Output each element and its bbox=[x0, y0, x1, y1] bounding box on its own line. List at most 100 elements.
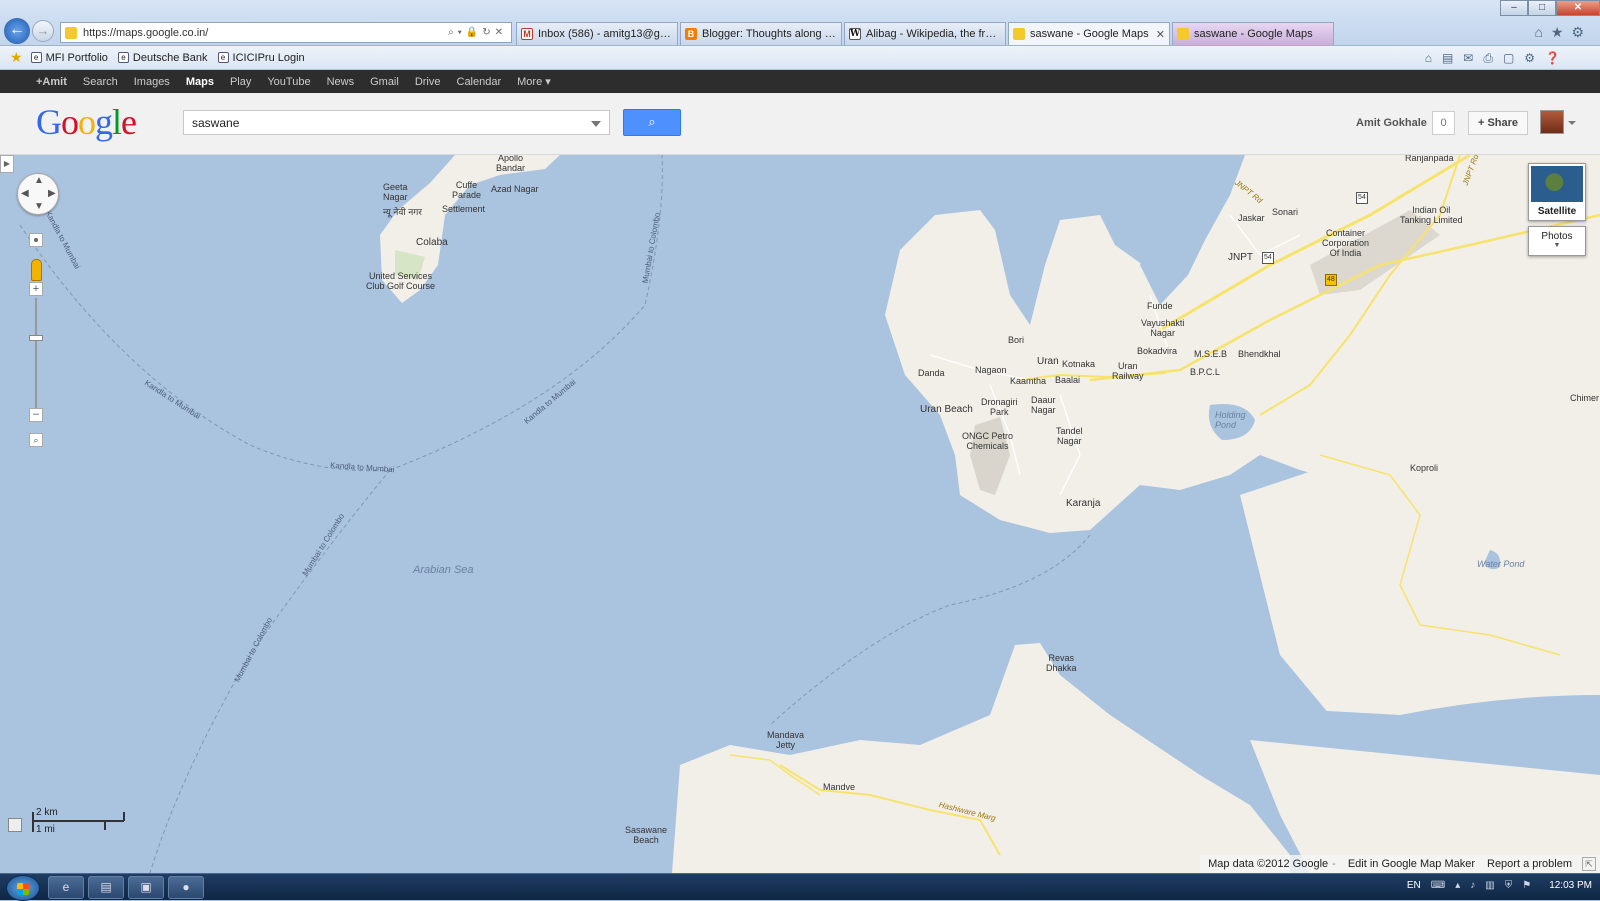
gbar-item[interactable]: Calendar bbox=[457, 76, 502, 88]
label-usc-golf-course[interactable]: United Services Club Golf Course bbox=[366, 271, 435, 291]
forward-button[interactable]: → bbox=[32, 20, 54, 42]
label-daaur-nagar[interactable]: Daaur Nagar bbox=[1031, 395, 1056, 415]
gbar-item[interactable]: YouTube bbox=[267, 76, 310, 88]
label-chimer[interactable]: Chimer bbox=[1570, 393, 1599, 403]
reset-view-button[interactable] bbox=[29, 233, 43, 247]
account-dropdown-icon[interactable] bbox=[1568, 121, 1576, 125]
label-jnpt[interactable]: JNPT bbox=[1228, 253, 1253, 263]
label-water-pond[interactable]: Water Pond bbox=[1477, 559, 1524, 569]
gbar-item[interactable]: Drive bbox=[415, 76, 441, 88]
label-cuffe-parade[interactable]: Cuffe Parade bbox=[452, 180, 481, 200]
edit-in-map-maker-link[interactable]: Edit in Google Map Maker bbox=[1348, 858, 1475, 870]
close-window-button[interactable]: ✕ bbox=[1556, 0, 1600, 16]
zoom-out-button[interactable]: – bbox=[29, 408, 43, 422]
google-logo[interactable]: Google bbox=[36, 101, 137, 143]
start-button[interactable] bbox=[6, 875, 40, 901]
taskbar-explorer-icon[interactable]: ▤ bbox=[88, 876, 124, 899]
search-button[interactable]: ⌕ bbox=[623, 109, 681, 136]
browser-tab[interactable]: M Inbox (586) - amitg13@gmail.c... bbox=[516, 22, 678, 45]
label-ranjanpada[interactable]: Ranjanpada bbox=[1405, 155, 1454, 163]
taskbar-ie-icon[interactable]: e bbox=[48, 876, 84, 899]
label-dronagiri-park[interactable]: Dronagiri Park bbox=[981, 397, 1018, 417]
gbar-item[interactable]: More ▾ bbox=[517, 75, 551, 88]
share-button[interactable]: + Share bbox=[1468, 111, 1528, 135]
taskbar-clock[interactable]: 12:03 PM bbox=[1549, 880, 1592, 891]
label-danda[interactable]: Danda bbox=[918, 368, 945, 378]
command-bar-icons[interactable]: ⌂▤✉⎙▢⚙❓ bbox=[1425, 51, 1570, 66]
maximize-button[interactable]: □ bbox=[1528, 0, 1556, 16]
search-input[interactable]: saswane bbox=[183, 110, 610, 135]
label-koproli[interactable]: Koproli bbox=[1410, 463, 1438, 473]
avatar[interactable] bbox=[1540, 110, 1564, 134]
favorite-icicipru-login[interactable]: e ICICIPru Login bbox=[217, 52, 305, 64]
label-kaamtha[interactable]: Kaamtha bbox=[1010, 376, 1046, 386]
taskbar-app-icon[interactable]: ▣ bbox=[128, 876, 164, 899]
label-kotnaka[interactable]: Kotnaka bbox=[1062, 359, 1095, 369]
label-jaskar[interactable]: Jaskar bbox=[1238, 213, 1265, 223]
label-settlement[interactable]: Settlement bbox=[442, 204, 485, 214]
zoom-box-icon[interactable]: ⌕ bbox=[29, 433, 43, 447]
label-azad-nagar[interactable]: Azad Nagar bbox=[491, 184, 539, 194]
gbar-item[interactable]: Images bbox=[134, 76, 170, 88]
zoom-in-button[interactable]: + bbox=[29, 282, 43, 296]
label-karanja[interactable]: Karanja bbox=[1066, 499, 1100, 509]
action-center-icon[interactable]: ⚑ bbox=[1522, 880, 1531, 891]
address-text[interactable]: https://maps.google.co.in/ bbox=[83, 27, 448, 39]
minimize-button[interactable]: – bbox=[1500, 0, 1528, 16]
close-tab-icon[interactable]: ✕ bbox=[1156, 28, 1165, 41]
tray-expand-icon[interactable]: ▴ bbox=[1455, 880, 1460, 891]
label-uran-railway[interactable]: Uran Railway bbox=[1112, 361, 1144, 381]
label-nagaon[interactable]: Nagaon bbox=[975, 365, 1007, 375]
pan-control[interactable]: ▲ ◀ ▶ ▼ bbox=[17, 173, 59, 215]
address-bar[interactable]: https://maps.google.co.in/ ⌕▾🔒↻✕ bbox=[60, 22, 512, 43]
label-geeta-nagar[interactable]: Geeta Nagar bbox=[383, 182, 408, 202]
label-revas-dhakka[interactable]: Revas Dhakka bbox=[1046, 653, 1077, 673]
label-indian-oil[interactable]: Indian Oil Tanking Limited bbox=[1400, 205, 1463, 225]
taskbar-chat-icon[interactable]: ● bbox=[168, 876, 204, 899]
side-panel-toggle[interactable]: ▶ bbox=[0, 155, 14, 173]
label-vayushakti-nagar[interactable]: Vayushakti Nagar bbox=[1141, 318, 1184, 338]
gbar-item[interactable]: Search bbox=[83, 76, 118, 88]
label-sasawane-beach[interactable]: Sasawane Beach bbox=[625, 825, 667, 845]
label-mseb[interactable]: M.S.E.B bbox=[1194, 349, 1227, 359]
pegman-icon[interactable] bbox=[31, 259, 42, 281]
label-apollo-bandar[interactable]: Apollo Bandar bbox=[496, 155, 525, 173]
label-baalai[interactable]: Baalai bbox=[1055, 375, 1080, 385]
label-bpcl[interactable]: B.P.C.L bbox=[1190, 367, 1220, 377]
search-dropdown-icon[interactable] bbox=[591, 121, 601, 127]
language-indicator[interactable]: EN bbox=[1407, 880, 1421, 891]
user-name[interactable]: Amit Gokhale bbox=[1356, 117, 1427, 129]
gbar-item[interactable]: News bbox=[327, 76, 355, 88]
label-uran[interactable]: Uran bbox=[1037, 357, 1059, 367]
gbar-item[interactable]: Gmail bbox=[370, 76, 399, 88]
browser-tab[interactable]: saswane - Google Maps bbox=[1172, 22, 1334, 45]
label-ongc[interactable]: ONGC Petro Chemicals bbox=[962, 431, 1013, 451]
gbar-item[interactable]: +Amit bbox=[36, 76, 67, 88]
zoom-slider-track[interactable] bbox=[35, 298, 37, 408]
label-colaba[interactable]: Colaba bbox=[416, 238, 448, 248]
photos-button[interactable]: Photos ▼ bbox=[1528, 226, 1586, 256]
label-bhendkhal[interactable]: Bhendkhal bbox=[1238, 349, 1281, 359]
satellite-toggle[interactable]: Satellite bbox=[1528, 163, 1586, 221]
label-funde[interactable]: Funde bbox=[1147, 301, 1173, 311]
pan-up-icon[interactable]: ▲ bbox=[34, 175, 44, 186]
browser-toolbar-icons[interactable]: ⌂★⚙ bbox=[1534, 24, 1592, 41]
report-problem-link[interactable]: Report a problem bbox=[1487, 858, 1572, 870]
map-canvas[interactable]: Apollo Bandar Geeta Nagar Cuffe Parade A… bbox=[0, 155, 1600, 873]
label-navy-nagar[interactable]: न्यू नेवी नगर bbox=[383, 207, 422, 217]
label-bori[interactable]: Bori bbox=[1008, 335, 1024, 345]
favorite-mfi-portfolio[interactable]: e MFI Portfolio bbox=[30, 52, 108, 64]
label-container-corp[interactable]: Container Corporation Of India bbox=[1322, 228, 1369, 258]
label-arabian-sea[interactable]: Arabian Sea bbox=[413, 565, 474, 576]
favorites-star-icon[interactable]: ★ bbox=[10, 49, 23, 66]
keyboard-icon[interactable]: ⌨ bbox=[1431, 880, 1445, 891]
notification-count[interactable]: 0 bbox=[1432, 111, 1455, 135]
label-sonari[interactable]: Sonari bbox=[1272, 207, 1298, 217]
zoom-slider-handle[interactable] bbox=[29, 335, 43, 341]
browser-tab[interactable]: saswane - Google Maps ✕ bbox=[1008, 22, 1170, 45]
favorite-deutsche-bank[interactable]: e Deutsche Bank bbox=[117, 52, 208, 64]
pan-down-icon[interactable]: ▼ bbox=[34, 201, 44, 212]
label-bokadvira[interactable]: Bokadvira bbox=[1137, 346, 1177, 356]
label-holding-pond[interactable]: Holding Pond bbox=[1215, 410, 1246, 430]
label-mandve[interactable]: Mandve bbox=[823, 782, 855, 792]
